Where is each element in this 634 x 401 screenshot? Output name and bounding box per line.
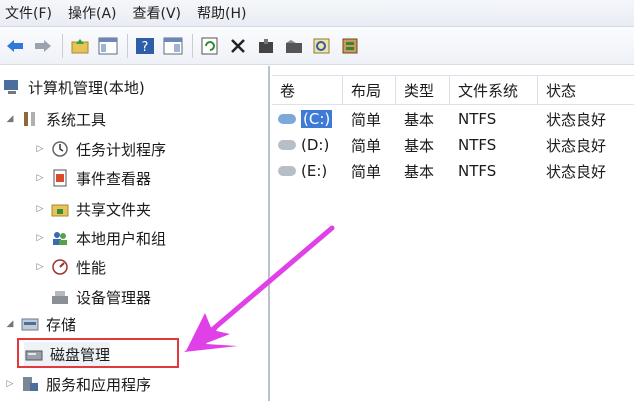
volume-cell: (C:) [272,110,343,128]
toolbar-separator [192,33,193,58]
collapsed-arrow-icon[interactable]: ▷ [4,379,16,389]
type-cell: 基本 [404,162,435,181]
tree-label: 服务和应用程序 [46,375,152,394]
services-icon [20,374,40,394]
tree-label: 存储 [46,315,77,334]
toolbar-separator [62,33,63,58]
svg-text:?: ? [142,40,149,55]
event-log-icon [50,168,70,188]
column-header-layout[interactable]: 布局 [343,76,396,104]
volume-label: (E:) [301,162,328,180]
collapsed-arrow-icon[interactable]: ▷ [34,262,46,272]
forward-arrow-icon[interactable] [30,33,56,59]
delete-icon[interactable] [225,33,251,59]
tree-label: 计算机管理(本地) [28,78,145,97]
disk-icon [278,140,296,150]
tree-label: 设备管理器 [76,288,152,307]
shared-folder-icon [50,199,70,219]
volume-cell: (D:) [272,136,343,154]
tree-item-storage[interactable]: ◢ 存储 [4,312,76,336]
layout-cell: 简单 [351,162,382,181]
tree-item-device-manager[interactable]: 设备管理器 [50,285,151,309]
tree-item-task-scheduler[interactable]: ▷ 任务计划程序 [34,137,166,161]
search-icon[interactable] [309,33,335,59]
tree-item-event-viewer[interactable]: ▷ 事件查看器 [34,166,151,190]
settings-icon[interactable] [337,33,363,59]
type-cell: 基本 [404,110,435,129]
tree-item-shared-folders[interactable]: ▷ 共享文件夹 [34,197,151,221]
layout-cell: 简单 [351,110,382,129]
table-row[interactable]: (E:) 简单 基本 NTFS 状态良好 [272,158,634,184]
tree-label: 事件查看器 [76,169,152,188]
tree-label: 性能 [76,258,107,277]
device-manager-icon [50,287,70,307]
up-folder-icon[interactable] [67,33,93,59]
tree-item-local-users[interactable]: ▷ 本地用户和组 [34,226,166,250]
menu-view[interactable]: 查看(V) [128,3,193,23]
menu-bar: 文件(F) 操作(A) 查看(V) 帮助(H) [0,0,634,27]
tree-item-services-apps[interactable]: ▷ 服务和应用程序 [4,372,151,396]
menu-help[interactable]: 帮助(H) [192,3,257,23]
refresh-icon[interactable] [197,33,223,59]
table-row[interactable]: (D:) 简单 基本 NTFS 状态良好 [272,132,634,158]
tools-icon [20,109,40,129]
status-cell: 状态良好 [546,136,607,155]
collapsed-arrow-icon[interactable]: ▷ [34,233,46,243]
column-header-status[interactable]: 状态 [538,76,634,104]
table-header: 卷 布局 类型 文件系统 状态 [272,75,634,105]
volume-cell: (E:) [272,162,343,180]
computer-icon [2,77,22,97]
status-cell: 状态良好 [546,162,607,181]
tree-label: 本地用户和组 [76,229,167,248]
storage-icon [20,314,40,334]
volume-label: (C:) [301,110,333,128]
open-icon[interactable] [281,33,307,59]
layout-cell: 简单 [351,136,382,155]
users-icon [50,228,70,248]
tree-item-computer-management[interactable]: 计算机管理(本地) [2,75,145,99]
collapsed-arrow-icon[interactable]: ▷ [34,173,46,183]
tree-label: 系统工具 [46,110,107,129]
expanded-arrow-icon[interactable]: ◢ [4,114,16,124]
console-view-icon[interactable] [160,33,186,59]
menu-action[interactable]: 操作(A) [63,3,128,23]
highlight-box [17,338,179,368]
tree-item-system-tools[interactable]: ◢ 系统工具 [4,107,106,131]
volume-label: (D:) [301,136,330,154]
status-cell: 状态良好 [546,110,607,129]
tree-label: 任务计划程序 [76,140,167,159]
filesystem-cell: NTFS [458,162,497,180]
filesystem-cell: NTFS [458,136,497,154]
properties-icon[interactable] [253,33,279,59]
table-row[interactable]: (C:) 简单 基本 NTFS 状态良好 [272,106,634,132]
filesystem-cell: NTFS [458,110,497,128]
column-header-filesystem[interactable]: 文件系统 [450,76,538,104]
tree-item-performance[interactable]: ▷ 性能 [34,255,106,279]
collapsed-arrow-icon[interactable]: ▷ [34,204,46,214]
menu-file[interactable]: 文件(F) [0,3,63,23]
tree-label: 共享文件夹 [76,200,152,219]
toolbar: ? [0,27,634,65]
disk-icon [278,114,296,124]
toolbar-separator [127,33,128,58]
expanded-arrow-icon[interactable]: ◢ [4,319,16,329]
type-cell: 基本 [404,136,435,155]
disk-icon [278,166,296,176]
back-arrow-icon[interactable] [2,33,28,59]
help-icon[interactable]: ? [132,33,158,59]
column-header-type[interactable]: 类型 [396,76,450,104]
show-hide-tree-icon[interactable] [95,33,121,59]
volume-list: 卷 布局 类型 文件系统 状态 (C:) 简单 基本 NTFS 状态良好 (D:… [272,66,634,401]
column-header-volume[interactable]: 卷 [272,76,343,104]
performance-gauge-icon [50,257,70,277]
clock-icon [50,139,70,159]
collapsed-arrow-icon[interactable]: ▷ [34,144,46,154]
